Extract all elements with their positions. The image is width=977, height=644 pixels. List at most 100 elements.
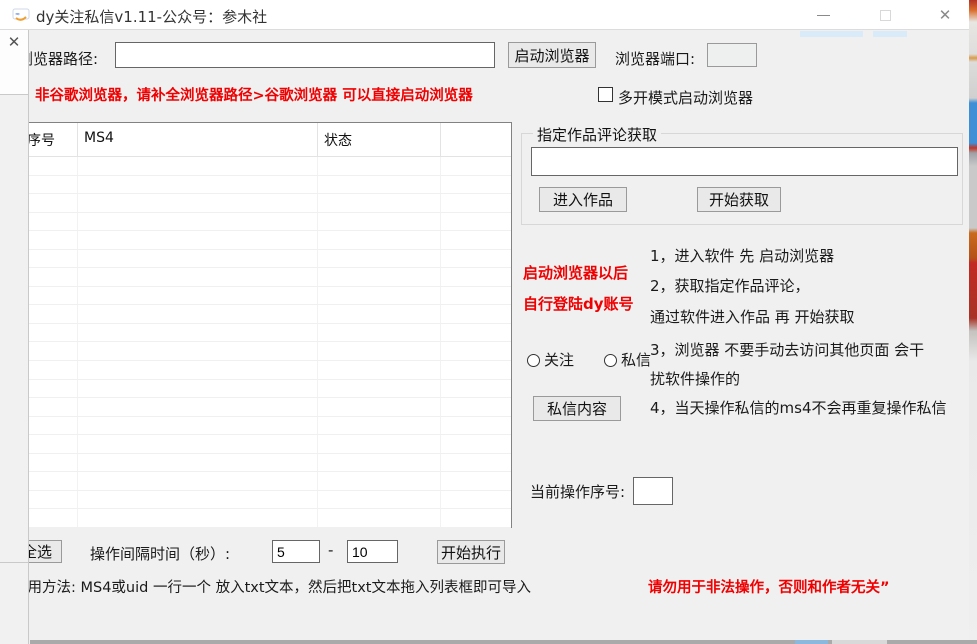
table-row[interactable] [21, 454, 511, 473]
table-cell [21, 361, 78, 379]
current-index-input[interactable] [633, 477, 673, 505]
table-row[interactable] [21, 305, 511, 324]
multi-open-checkbox[interactable] [598, 87, 613, 102]
table-cell [441, 454, 511, 472]
table-row[interactable] [21, 417, 511, 436]
table-cell [318, 194, 441, 212]
radio-dm[interactable]: 私信 [604, 349, 651, 370]
table-cell [78, 380, 318, 398]
table-cell [441, 435, 511, 453]
table-row[interactable] [21, 194, 511, 213]
table-cell [318, 472, 441, 490]
comment-fetch-group-title: 指定作品评论获取 [533, 124, 661, 145]
start-fetch-button[interactable]: 开始获取 [697, 187, 781, 212]
table-row[interactable] [21, 472, 511, 491]
table-cell [78, 361, 318, 379]
table-cell [21, 176, 78, 194]
table-cell [78, 472, 318, 490]
table-cell [78, 454, 318, 472]
table-row[interactable] [21, 380, 511, 399]
table-cell [318, 398, 441, 416]
table-row[interactable] [21, 231, 511, 250]
column-header-extra[interactable] [441, 123, 511, 156]
table-cell [21, 491, 78, 509]
table-row[interactable] [21, 435, 511, 454]
table-cell [318, 509, 441, 527]
column-header-status[interactable]: 状态 [318, 123, 441, 156]
table-cell [78, 268, 318, 286]
table-row[interactable] [21, 361, 511, 380]
table-cell [318, 417, 441, 435]
table-cell [441, 324, 511, 342]
browser-port-input[interactable] [707, 43, 757, 67]
table-cell [441, 305, 511, 323]
interval-label: 操作间隔时间（秒）: [90, 543, 230, 564]
instruction-line-2: 2，获取指定作品评论， [650, 275, 810, 296]
table-cell [21, 305, 78, 323]
maximize-icon [880, 10, 891, 21]
table-row[interactable] [21, 287, 511, 306]
table-cell [21, 380, 78, 398]
table-cell [318, 491, 441, 509]
interval-max-input[interactable] [347, 540, 398, 563]
table-row[interactable] [21, 342, 511, 361]
table-cell [78, 176, 318, 194]
browser-port-label: 浏览器端口: [615, 48, 695, 69]
table-cell [78, 491, 318, 509]
table-cell [441, 342, 511, 360]
background-window-artifact [873, 31, 907, 37]
table-cell [441, 509, 511, 527]
table-cell [78, 213, 318, 231]
app-window: ≈ dy关注私信v1.11-公众号：参木社 ✕ 浏览器路径: 启动浏览器 浏览器… [0, 0, 969, 644]
column-header-ms4[interactable]: MS4 [78, 123, 318, 156]
table-cell [21, 250, 78, 268]
ms4-list-table[interactable]: 序号 MS4 状态 [20, 122, 512, 528]
table-cell [441, 157, 511, 175]
table-cell [318, 213, 441, 231]
table-cell [441, 472, 511, 490]
dm-content-button[interactable]: 私信内容 [533, 396, 621, 421]
launch-browser-button[interactable]: 启动浏览器 [508, 42, 596, 68]
left-overlay-divider [0, 562, 28, 563]
browser-path-input[interactable] [115, 42, 495, 68]
table-row[interactable] [21, 213, 511, 232]
table-cell [78, 305, 318, 323]
table-cell [318, 287, 441, 305]
table-body[interactable] [21, 157, 511, 528]
table-cell [21, 324, 78, 342]
table-cell [318, 268, 441, 286]
instruction-line-1: 1，进入软件 先 启动浏览器 [650, 245, 834, 266]
radio-dm-label: 私信 [621, 351, 651, 369]
table-row[interactable] [21, 157, 511, 176]
maximize-button[interactable] [868, 0, 902, 30]
radio-follow[interactable]: 关注 [527, 349, 574, 370]
table-row[interactable] [21, 250, 511, 269]
work-url-input[interactable] [531, 147, 958, 176]
instruction-line-4: 3，浏览器 不要手动去访问其他页面 会干 [650, 339, 924, 360]
taskbar-item [795, 640, 828, 644]
table-row[interactable] [21, 509, 511, 528]
column-header-index[interactable]: 序号 [21, 123, 78, 156]
interval-min-input[interactable] [272, 540, 320, 563]
table-cell [21, 435, 78, 453]
start-execute-button[interactable]: 开始执行 [437, 540, 505, 564]
table-row[interactable] [21, 491, 511, 510]
radio-follow-label: 关注 [544, 351, 574, 369]
enter-work-button[interactable]: 进入作品 [539, 187, 627, 212]
multi-open-checkbox-label: 多开模式启动浏览器 [618, 87, 753, 108]
close-button[interactable]: ✕ [928, 0, 962, 30]
table-cell [318, 342, 441, 360]
table-row[interactable] [21, 398, 511, 417]
table-cell [78, 509, 318, 527]
table-row[interactable] [21, 176, 511, 195]
table-cell [441, 417, 511, 435]
table-cell [21, 287, 78, 305]
overlay-close-icon[interactable]: ✕ [4, 32, 24, 52]
minimize-button[interactable] [806, 0, 840, 30]
table-row[interactable] [21, 268, 511, 287]
table-cell [21, 454, 78, 472]
table-cell [78, 287, 318, 305]
table-row[interactable] [21, 324, 511, 343]
browser-path-label: 浏览器路径: [18, 48, 98, 69]
table-cell [318, 305, 441, 323]
